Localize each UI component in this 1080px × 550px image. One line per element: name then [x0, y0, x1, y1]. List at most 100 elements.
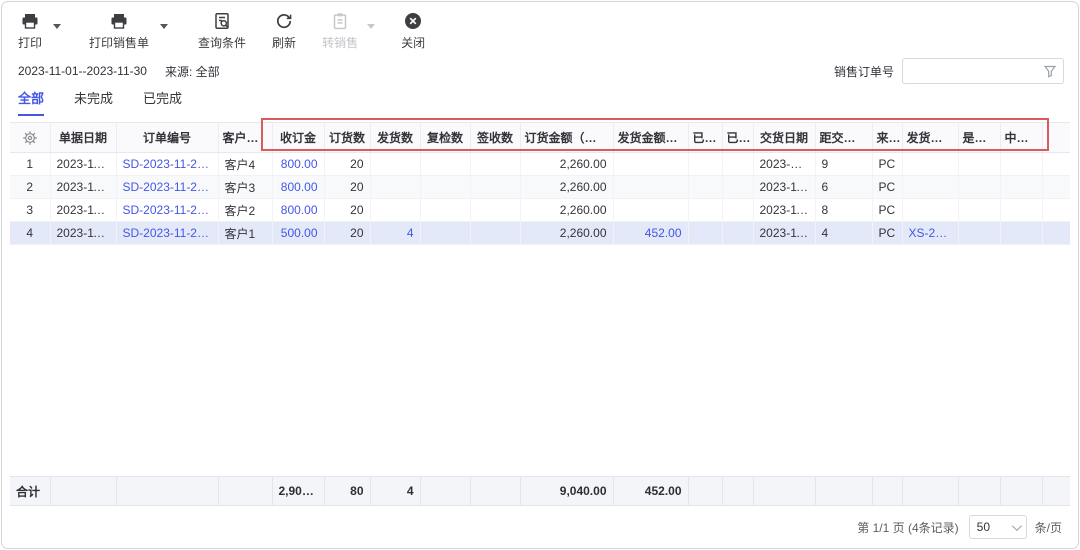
- total-deposit: 2,900.00: [272, 477, 324, 506]
- cell-days-to-delivery: 8: [815, 199, 872, 222]
- cell-stop-exec: [1000, 199, 1042, 222]
- cell-ship-order-no[interactable]: XS-2023...: [902, 222, 958, 245]
- cell-sign-qty: [470, 153, 520, 176]
- cell-ship-order-no: [902, 176, 958, 199]
- print-sales-order-button[interactable]: 打印销售单: [89, 11, 149, 51]
- cell-ship-amount[interactable]: 452.00: [613, 222, 688, 245]
- sales-order-no-input[interactable]: [902, 58, 1064, 84]
- column-header[interactable]: 已开票: [722, 123, 753, 153]
- total-order-no: [116, 477, 218, 506]
- orders-table: 单据日期订单编号客户全名收订金订货数发货数复检数签收数订货金额（含税）发货金额（…: [10, 122, 1070, 245]
- column-header[interactable]: 发货数: [370, 123, 420, 153]
- column-header[interactable]: 距交期（天）: [815, 123, 872, 153]
- total-source: [872, 477, 902, 506]
- cell-days-to-delivery: 9: [815, 153, 872, 176]
- filter-funnel-icon[interactable]: [1043, 64, 1057, 78]
- cell-stop-exec: [1000, 176, 1042, 199]
- cell-deposit[interactable]: 800.00: [272, 176, 324, 199]
- column-settings-header[interactable]: [10, 123, 50, 153]
- column-header[interactable]: 订单编号: [116, 123, 218, 153]
- cell-customer: 客户3: [218, 176, 272, 199]
- cell-order-no[interactable]: SD-2023-11-22-000...: [116, 176, 218, 199]
- column-header[interactable]: 签收数: [470, 123, 520, 153]
- cell-num: 2: [10, 176, 50, 199]
- cell-doc-date: 2023-11-22: [50, 176, 116, 199]
- column-header[interactable]: [1042, 123, 1070, 153]
- cell-source: PC: [872, 199, 902, 222]
- caret-down-icon: [53, 24, 61, 29]
- column-header[interactable]: 订货数: [324, 123, 370, 153]
- table-row[interactable]: 32023-11-22SD-2023-11-22-000...客户2800.00…: [10, 199, 1070, 222]
- cell-order-no[interactable]: SD-2023-11-22-000...: [116, 199, 218, 222]
- cell-num: 3: [10, 199, 50, 222]
- cell-order-no[interactable]: SD-2023-11-22-000...: [116, 222, 218, 245]
- column-header[interactable]: 复检数: [420, 123, 470, 153]
- cell-invoiced: [722, 176, 753, 199]
- cell-ship-qty[interactable]: 4: [370, 222, 420, 245]
- cell-source: PC: [872, 222, 902, 245]
- cell-source: PC: [872, 176, 902, 199]
- gear-icon[interactable]: [22, 130, 38, 146]
- cell-deposit[interactable]: 500.00: [272, 222, 324, 245]
- tab-complete[interactable]: 已完成: [143, 88, 182, 116]
- cell-doc-date: 2023-11-22: [50, 222, 116, 245]
- print-dropdown-caret[interactable]: [49, 14, 65, 38]
- cell-invoiced: [722, 199, 753, 222]
- close-label: 关闭: [401, 34, 425, 51]
- tab-all[interactable]: 全部: [18, 88, 44, 116]
- total-delivery-date: [753, 477, 815, 506]
- chevron-down-icon: [1012, 521, 1022, 531]
- cell-order-amount: 2,260.00: [520, 222, 613, 245]
- cell-order-qty: 20: [324, 199, 370, 222]
- cell-recheck-qty: [420, 176, 470, 199]
- cell-deposit[interactable]: 800.00: [272, 199, 324, 222]
- print-button[interactable]: 打印: [18, 11, 42, 51]
- table-header-row: 单据日期订单编号客户全名收订金订货数发货数复检数签收数订货金额（含税）发货金额（…: [10, 123, 1070, 153]
- table-row[interactable]: 22023-11-22SD-2023-11-22-000...客户3800.00…: [10, 176, 1070, 199]
- cell-settled: [688, 222, 722, 245]
- sales-order-window: 打印 打印销售单 查询条件 刷新 转销售: [1, 1, 1079, 549]
- column-header[interactable]: 单据日期: [50, 123, 116, 153]
- refresh-button[interactable]: 刷新: [272, 11, 296, 51]
- cell-is-done: [958, 222, 1000, 245]
- cell-delivery-date: 2023-11-26: [753, 222, 815, 245]
- total-order-amount: 9,040.00: [520, 477, 613, 506]
- column-header[interactable]: 交货日期: [753, 123, 815, 153]
- query-conditions-button[interactable]: 查询条件: [198, 11, 246, 51]
- column-header[interactable]: 订货金额（含税）: [520, 123, 613, 153]
- to-sales-button: 转销售: [322, 11, 358, 51]
- column-header[interactable]: 已结算: [688, 123, 722, 153]
- refresh-icon: [274, 11, 294, 31]
- table-row[interactable]: 12023-11-22SD-2023-11-22-000...客户4800.00…: [10, 153, 1070, 176]
- print-sales-order-dropdown-caret[interactable]: [156, 14, 172, 38]
- sales-order-no-label: 销售订单号: [834, 63, 894, 80]
- close-button[interactable]: 关闭: [401, 11, 425, 51]
- refresh-label: 刷新: [272, 34, 296, 51]
- table-row[interactable]: 42023-11-22SD-2023-11-22-000...客户1500.00…: [10, 222, 1070, 245]
- to-sales-dropdown-caret: [363, 14, 379, 38]
- total-days-to-delivery: [815, 477, 872, 506]
- column-header[interactable]: 收订金: [272, 123, 324, 153]
- cell-order-no[interactable]: SD-2023-11-22-000...: [116, 153, 218, 176]
- column-header[interactable]: 是否完成: [958, 123, 1000, 153]
- column-header[interactable]: 客户全名: [218, 123, 272, 153]
- cell-ship-order-no: [902, 153, 958, 176]
- cell-settled: [688, 199, 722, 222]
- filter-bar: 2023-11-01--2023-11-30 来源: 全部 销售订单号: [2, 54, 1078, 86]
- total-ship-qty: 4: [370, 477, 420, 506]
- tab-incomplete[interactable]: 未完成: [74, 88, 113, 116]
- column-header[interactable]: 发货金额（含税: [613, 123, 688, 153]
- page-summary: 第 1/1 页 (4条记录): [857, 519, 958, 536]
- cell-stop-exec: [1000, 153, 1042, 176]
- cell-order-qty: 20: [324, 153, 370, 176]
- column-header[interactable]: 发货单号: [902, 123, 958, 153]
- query-conditions-label: 查询条件: [198, 34, 246, 51]
- page-size-select[interactable]: 50: [969, 515, 1027, 539]
- cell-doc-date: 2023-11-22: [50, 153, 116, 176]
- cell-ship-amount: [613, 176, 688, 199]
- page-size-unit: 条/页: [1035, 519, 1062, 536]
- cell-deposit[interactable]: 800.00: [272, 153, 324, 176]
- column-header[interactable]: 中止执行: [1000, 123, 1042, 153]
- column-header[interactable]: 来源: [872, 123, 902, 153]
- print-button-label: 打印: [18, 34, 42, 51]
